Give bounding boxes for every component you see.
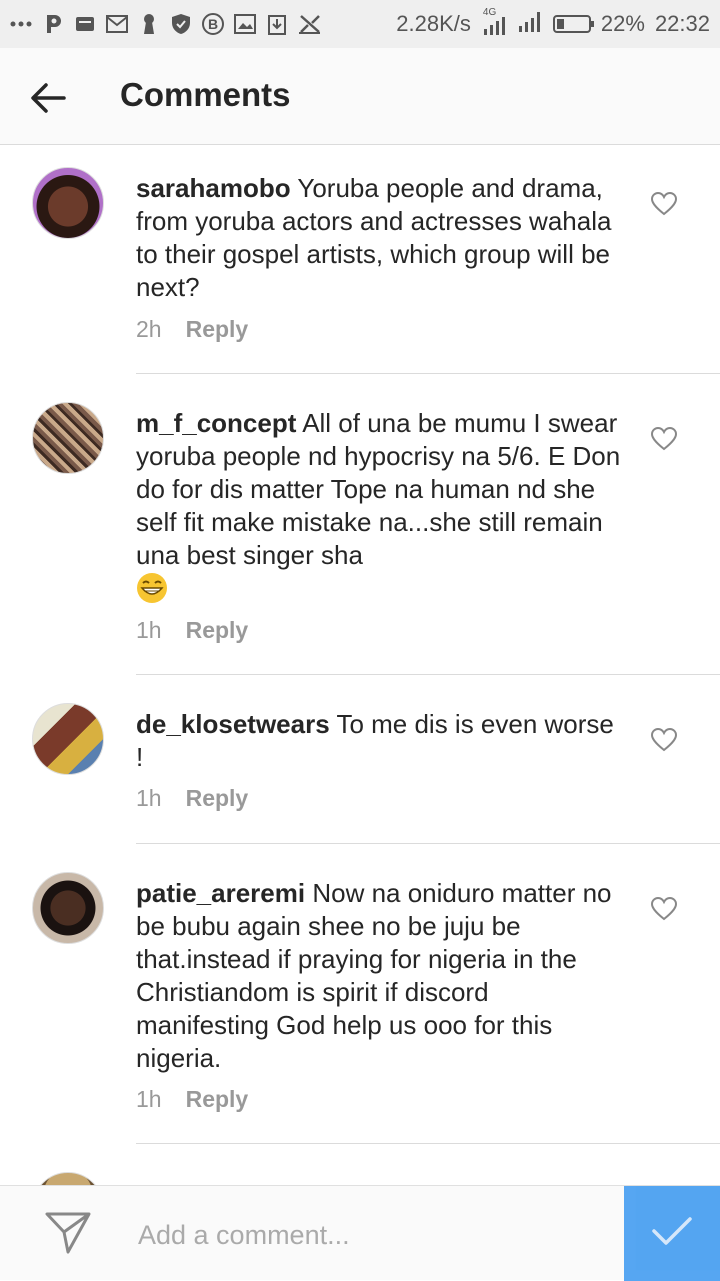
comment-list[interactable]: sarahamobo Yoruba people and drama, from… [0,146,720,1186]
crossed-icon [298,13,320,35]
post-button[interactable] [624,1186,720,1281]
comment-username[interactable]: m_f_concept [136,408,296,438]
comment-username[interactable]: sarahamobo [136,173,291,203]
message-icon [74,13,96,35]
battery-percent: 22% [600,11,645,36]
heart-icon[interactable] [650,191,678,217]
avatar[interactable] [32,1172,104,1186]
clock: 22:32 [654,11,710,36]
checkmark-icon [651,1215,693,1252]
header: Comments [0,48,720,145]
heart-icon[interactable] [650,727,678,753]
avatar[interactable] [32,872,104,944]
p-icon [42,13,64,35]
status-bar: B 2.28K/s 4G 22% 22:32 [0,0,720,48]
reply-button[interactable]: Reply [186,617,249,644]
download-icon [266,13,288,35]
mail-icon [106,13,128,35]
comment-time: 1h [136,1086,162,1112]
battery-icon [552,15,594,33]
comment-text: m_f_concept All of una be mumu I swear y… [136,407,626,606]
comment-username[interactable]: de_klosetwears [136,709,330,739]
divider [136,373,720,374]
page-title: Comments [120,76,291,113]
comment-meta: 2h Reply [136,316,248,343]
more-icon [10,13,32,35]
grinning-face-emoji [136,572,168,604]
status-right: 2.28K/s 4G 22% 22:32 [396,7,710,40]
comment-text: patie_areremi Now na oniduro matter no b… [136,877,626,1075]
notification-icons: B [10,13,320,35]
comment-time: 1h [136,785,162,811]
reply-button[interactable]: Reply [186,1086,249,1113]
divider [136,1143,720,1144]
paper-plane-icon[interactable] [44,1211,92,1255]
signal-icon [517,8,543,40]
signal-4g-icon: 4G [481,7,507,37]
bitcoin-icon: B [202,13,224,35]
heart-icon[interactable] [650,896,678,922]
reply-button[interactable]: Reply [186,316,249,343]
image-icon [234,13,256,35]
avatar[interactable] [32,402,104,474]
comment-composer [0,1185,720,1281]
svg-text:B: B [208,16,218,32]
divider [136,843,720,844]
comment-meta: 1h Reply [136,617,248,644]
arrow-left-icon[interactable] [28,78,68,118]
comment-time: 1h [136,617,162,643]
avatar[interactable] [32,703,104,775]
avatar[interactable] [32,167,104,239]
comment-meta: 1h Reply [136,785,248,812]
comment-text: de_klosetwears To me dis is even worse ! [136,708,626,774]
heart-icon[interactable] [650,426,678,452]
comment-text: sarahamobo Yoruba people and drama, from… [136,172,626,304]
network-speed: 2.28K/s [396,11,471,36]
comment-username[interactable]: patie_areremi [136,878,305,908]
comment-meta: 1h Reply [136,1086,248,1113]
comment-time: 2h [136,316,162,342]
comment-input[interactable] [136,1214,610,1256]
divider [136,674,720,675]
shield-icon [170,13,192,35]
reply-button[interactable]: Reply [186,785,249,812]
keyhole-icon [138,13,160,35]
